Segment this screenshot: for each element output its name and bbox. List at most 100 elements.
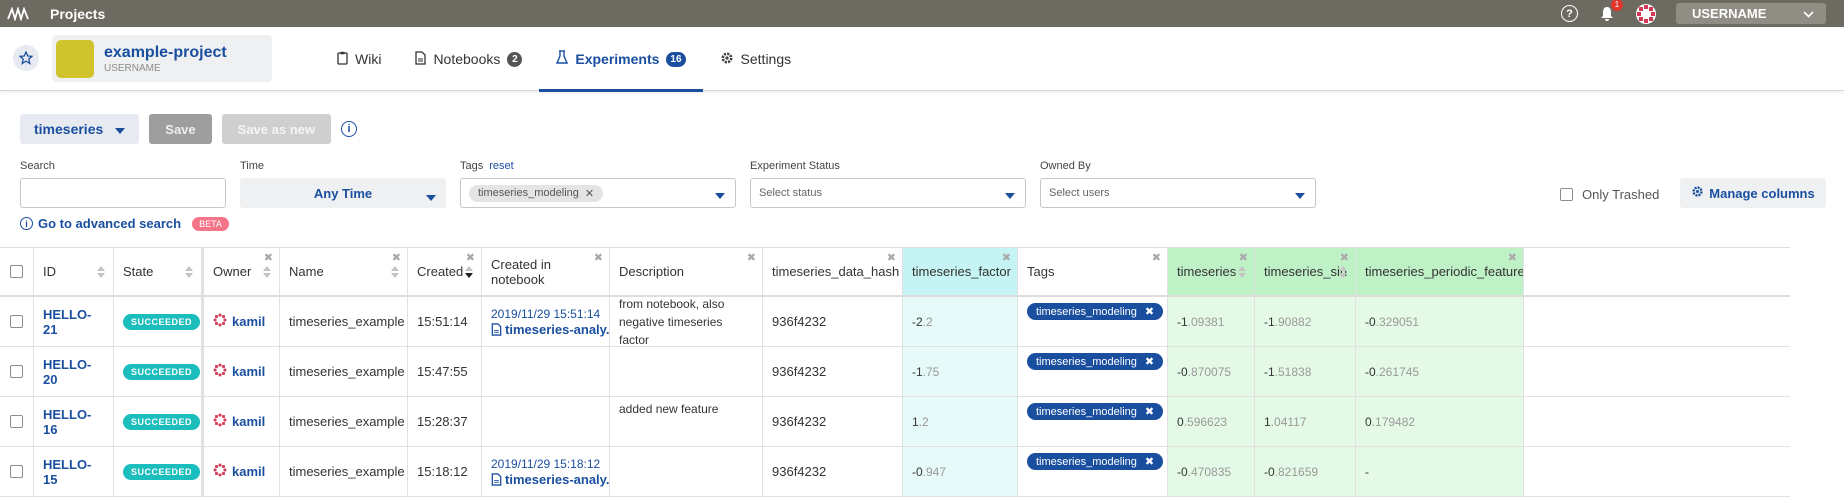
project-card[interactable]: example-project USERNAME	[52, 35, 272, 82]
tag-pill[interactable]: timeseries_modeling ✖	[1027, 403, 1164, 420]
owner-link[interactable]: kamil	[213, 463, 265, 480]
tags-reset-link[interactable]: reset	[489, 160, 513, 172]
help-icon[interactable]: ?	[1561, 5, 1578, 22]
notebook-file: timeseries-analy...	[491, 322, 609, 337]
gear-icon	[1691, 185, 1704, 201]
tab-settings[interactable]: Settings	[703, 27, 809, 91]
projects-link[interactable]: Projects	[50, 6, 105, 22]
notebook-cell	[482, 347, 610, 396]
table-row[interactable]: HELLO-16 SUCCEEDED kamil timeseries_exam…	[0, 397, 1790, 447]
close-icon[interactable]: ✖	[1145, 405, 1154, 418]
table-row[interactable]: HELLO-15 SUCCEEDED kamil timeseries_exam…	[0, 447, 1790, 497]
column-header-owner[interactable]: Owner ✖	[204, 248, 280, 295]
row-checkbox[interactable]	[10, 465, 23, 478]
only-trashed-checkbox[interactable]	[1560, 188, 1573, 201]
close-icon[interactable]: ✖	[1145, 455, 1154, 468]
close-icon[interactable]: ✖	[1239, 251, 1248, 264]
experiments-table: ID State Owner ✖ Name ✖ Created ✖ Created i…	[0, 247, 1790, 497]
notifications-bell-icon[interactable]: 1	[1598, 0, 1623, 23]
experiment-id-link[interactable]: HELLO-20	[43, 357, 104, 387]
owner-link[interactable]: kamil	[213, 413, 265, 430]
tag-filter-chip: timeseries_modeling ✕	[469, 184, 604, 202]
column-header-timeseries-factor[interactable]: timeseries_factor ✖	[903, 248, 1018, 295]
experiment-id-link[interactable]: HELLO-21	[43, 307, 104, 337]
close-icon[interactable]: ✖	[264, 251, 273, 264]
close-icon[interactable]: ✖	[392, 251, 401, 264]
experiment-id-link[interactable]: HELLO-15	[43, 457, 104, 487]
tags-label: Tags reset	[460, 160, 514, 172]
notebook-link[interactable]: 2019/11/29 15:51:14 timeseries-analy...	[491, 307, 609, 337]
save-button[interactable]: Save	[149, 114, 212, 144]
time-select[interactable]: Any Time	[240, 178, 446, 208]
tag-pill[interactable]: timeseries_modeling ✖	[1027, 353, 1164, 370]
close-icon[interactable]: ✖	[594, 251, 603, 264]
manage-columns-button[interactable]: Manage columns	[1680, 178, 1826, 208]
row-select-cell	[0, 397, 34, 446]
tag-pill[interactable]: timeseries_modeling ✖	[1027, 303, 1164, 320]
user-avatar[interactable]	[1636, 3, 1656, 24]
notebook-link[interactable]: 2019/11/29 15:18:12 timeseries-analy...	[491, 457, 609, 487]
column-header-timeseries-data-hash[interactable]: timeseries_data_hash ✖	[763, 248, 903, 295]
row-checkbox[interactable]	[10, 365, 23, 378]
save-as-new-button[interactable]: Save as new	[221, 114, 331, 144]
only-trashed-toggle[interactable]: Only Trashed	[1560, 187, 1659, 202]
tab-notebooks[interactable]: Notebooks 2	[398, 27, 539, 91]
search-input[interactable]	[20, 178, 226, 208]
owner-link[interactable]: kamil	[213, 363, 265, 380]
experiment-id-link[interactable]: HELLO-16	[43, 407, 104, 437]
tab-experiments[interactable]: Experiments 16	[539, 27, 703, 92]
column-header-name[interactable]: Name ✖	[280, 248, 408, 295]
close-icon[interactable]: ✖	[887, 251, 896, 264]
tab-wiki[interactable]: Wiki	[320, 27, 398, 91]
notebook-icon	[415, 50, 427, 68]
close-icon[interactable]: ✖	[1508, 251, 1517, 264]
caret-down-icon	[1295, 190, 1305, 202]
column-header-timeseries[interactable]: timeseries ✖	[1168, 248, 1255, 295]
file-icon	[491, 322, 505, 337]
notifications-count: 1	[1611, 0, 1623, 11]
sort-icon[interactable]	[391, 266, 399, 278]
advanced-search-link[interactable]: i Go to advanced search BETA	[20, 216, 229, 231]
close-icon[interactable]: ✖	[466, 251, 475, 264]
close-icon[interactable]: ✖	[1002, 251, 1011, 264]
owner-link[interactable]: kamil	[213, 313, 265, 330]
column-header-id[interactable]: ID	[34, 248, 114, 295]
star-icon[interactable]	[13, 45, 39, 71]
name-cell: timeseries_example	[280, 447, 408, 496]
row-checkbox[interactable]	[10, 315, 23, 328]
close-icon[interactable]: ✖	[1145, 355, 1154, 368]
column-header-tags[interactable]: Tags ✖	[1018, 248, 1168, 295]
view-select[interactable]: timeseries	[20, 114, 140, 144]
select-all-cell	[0, 248, 34, 295]
column-header-created-in-notebook[interactable]: Created in notebook ✖	[482, 248, 610, 295]
filters-bar: Search Time Any Time Tags reset timeserie…	[20, 160, 1844, 231]
table-row[interactable]: HELLO-20 SUCCEEDED kamil timeseries_exam…	[0, 347, 1790, 397]
number-frac: .261745	[1375, 364, 1420, 379]
column-header-state[interactable]: State	[114, 248, 204, 295]
close-icon[interactable]: ✖	[747, 251, 756, 264]
sort-icon[interactable]	[465, 266, 473, 278]
app-logo-icon[interactable]	[0, 0, 36, 27]
sort-icon[interactable]	[1339, 266, 1347, 278]
table-row[interactable]: HELLO-21 SUCCEEDED kamil timeseries_exam…	[0, 297, 1790, 347]
close-icon[interactable]: ✕	[585, 187, 594, 200]
user-menu-button[interactable]: USERNAME	[1676, 3, 1826, 24]
close-icon[interactable]: ✖	[1340, 251, 1349, 264]
tag-pill[interactable]: timeseries_modeling ✖	[1027, 453, 1164, 470]
column-header-created[interactable]: Created ✖	[408, 248, 482, 295]
info-icon[interactable]: i	[340, 121, 357, 137]
owner-select[interactable]: Select users	[1040, 178, 1316, 208]
status-select[interactable]: Select status	[750, 178, 1026, 208]
sort-icon[interactable]	[97, 266, 105, 278]
tags-select[interactable]: timeseries_modeling ✕	[460, 178, 736, 208]
sort-icon[interactable]	[263, 266, 271, 278]
column-header-timeseries-periodic-feature[interactable]: timeseries_periodic_feature ✖	[1356, 248, 1524, 295]
select-all-checkbox[interactable]	[10, 265, 23, 278]
column-header-description[interactable]: Description ✖	[610, 248, 763, 295]
sort-icon[interactable]	[185, 266, 193, 278]
column-header-timeseries-sin[interactable]: timeseries_sin ✖	[1255, 248, 1356, 295]
row-checkbox[interactable]	[10, 415, 23, 428]
sort-icon[interactable]	[1238, 266, 1246, 278]
close-icon[interactable]: ✖	[1145, 305, 1154, 318]
close-icon[interactable]: ✖	[1152, 251, 1161, 264]
